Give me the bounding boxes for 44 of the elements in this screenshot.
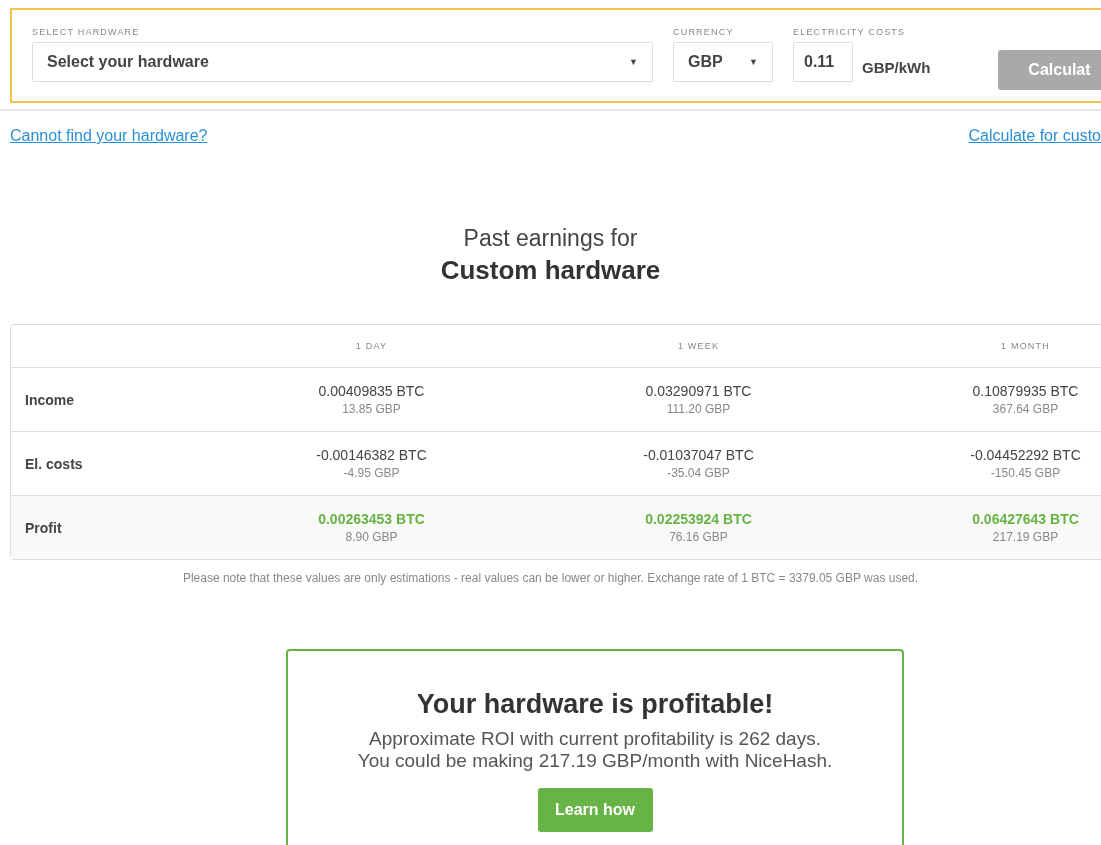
btc-amount: 0.10879935 BTC <box>971 383 1080 399</box>
result-text: You could be making 217.19 GBP/month with NiceHash. <box>357 750 833 772</box>
btc-amount: 0.02253924 BTC <box>644 511 753 527</box>
field-label: ELECTRICITY COSTS <box>793 26 907 39</box>
row-label: Income <box>25 391 74 408</box>
fiat-amount: 367.64 GBP <box>991 402 1060 416</box>
hardware-dropdown[interactable]: Select your hardware ▼ <box>32 42 653 82</box>
estimation-note: Please note that these values are only estimations - real values can be lower or higher. Exchange rate of 1 BTC = 3379.05 GBP was used. <box>181 571 920 585</box>
selected-value: Select your hardware <box>47 53 209 71</box>
row-label: Profit <box>25 519 62 536</box>
selected-value: GBP <box>688 53 723 71</box>
hardware-help-link[interactable]: Cannot find your hardware? <box>10 127 208 145</box>
btc-amount: 0.06427643 BTC <box>971 511 1080 527</box>
field-label: CURRENCY <box>673 26 735 39</box>
fiat-amount: 111.20 GBP <box>665 402 732 416</box>
custom-calc-link[interactable]: Calculate for custo <box>968 127 1101 145</box>
row-label: El. costs <box>25 455 83 472</box>
column-header: 1 MONTH <box>1001 341 1050 351</box>
btc-amount: -0.01037047 BTC <box>642 447 755 463</box>
dropdown-arrow-icon: ▼ <box>749 57 758 67</box>
fiat-amount: 8.90 GBP <box>344 530 399 544</box>
fiat-amount: 76.16 GBP <box>668 530 729 544</box>
field-label: SELECT HARDWARE <box>32 26 141 39</box>
fiat-amount: -150.45 GBP <box>989 466 1062 480</box>
dropdown-arrow-icon: ▼ <box>629 57 638 67</box>
fiat-amount: -4.95 GBP <box>342 466 401 480</box>
result-title: Your hardware is profitable! <box>416 689 774 720</box>
unit-label: GBP/kWh <box>862 57 931 76</box>
result-text: Approximate ROI with current profitability is 262 days. <box>368 728 822 750</box>
btc-amount: -0.04452292 BTC <box>969 447 1082 463</box>
section-title: Custom hardware <box>439 255 662 286</box>
btc-amount: 0.03290971 BTC <box>644 383 753 399</box>
column-header: 1 DAY <box>355 341 388 351</box>
btc-amount: -0.00146382 BTC <box>315 447 428 463</box>
fiat-amount: 217.19 GBP <box>991 530 1060 544</box>
fiat-amount: -35.04 GBP <box>666 466 731 480</box>
btc-amount: 0.00409835 BTC <box>317 383 426 399</box>
currency-dropdown[interactable]: GBP ▼ <box>673 42 773 82</box>
fiat-amount: 13.85 GBP <box>341 402 402 416</box>
electricity-cost-input[interactable]: 0.11 <box>793 42 853 82</box>
column-header: 1 WEEK <box>677 341 720 351</box>
learn-how-button[interactable]: Learn how <box>537 788 653 832</box>
section-subtitle: Past earnings for <box>462 224 639 252</box>
btc-amount: 0.00263453 BTC <box>317 511 426 527</box>
